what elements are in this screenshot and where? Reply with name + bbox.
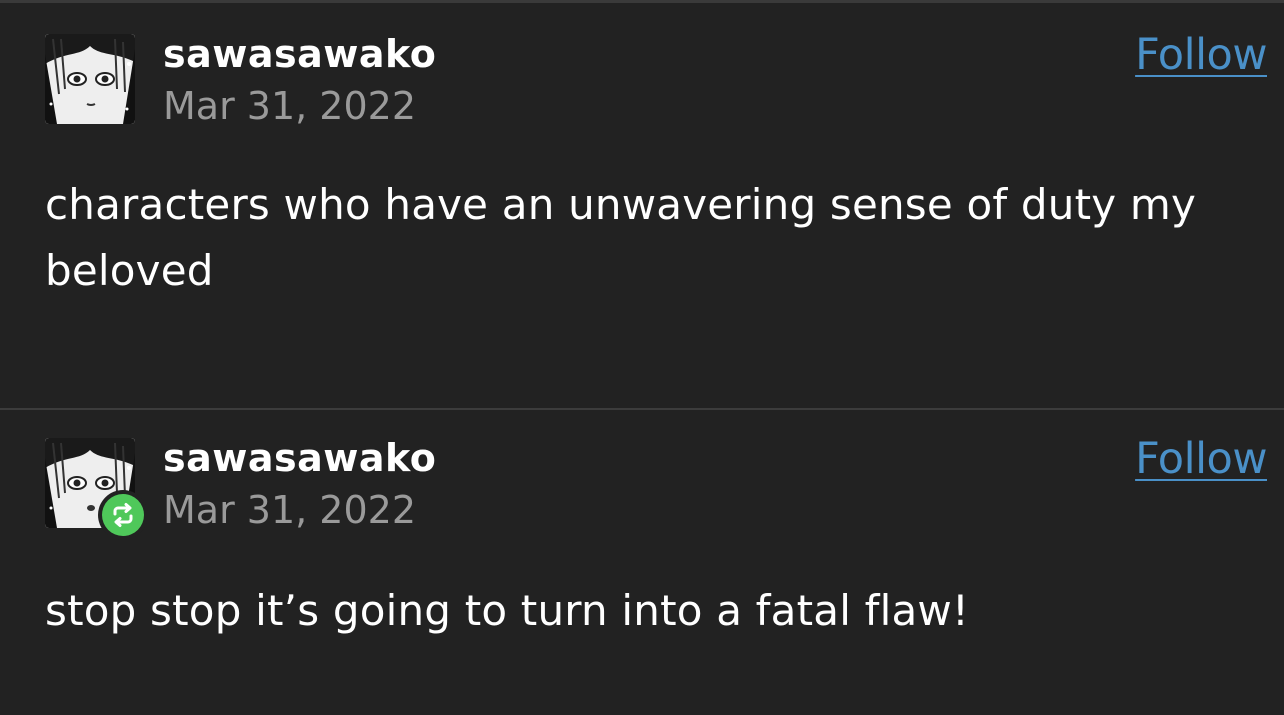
username[interactable]: sawasawako — [163, 32, 436, 76]
post: sawasawako Mar 31, 2022 Follow character… — [0, 0, 1284, 408]
avatar[interactable] — [45, 34, 135, 124]
follow-button[interactable]: Follow — [1135, 30, 1267, 80]
follow-button[interactable]: Follow — [1135, 434, 1267, 484]
post-date: Mar 31, 2022 — [163, 84, 416, 128]
reblog-badge — [98, 490, 148, 540]
post-body: stop stop it’s going to turn into a fata… — [45, 586, 970, 635]
post-date: Mar 31, 2022 — [163, 488, 416, 532]
username[interactable]: sawasawako — [163, 436, 436, 480]
reblog-icon — [102, 494, 144, 536]
post: sawasawako Mar 31, 2022 Follow stop stop… — [0, 408, 1284, 715]
post-body: characters who have an unwavering sense … — [45, 180, 1197, 295]
